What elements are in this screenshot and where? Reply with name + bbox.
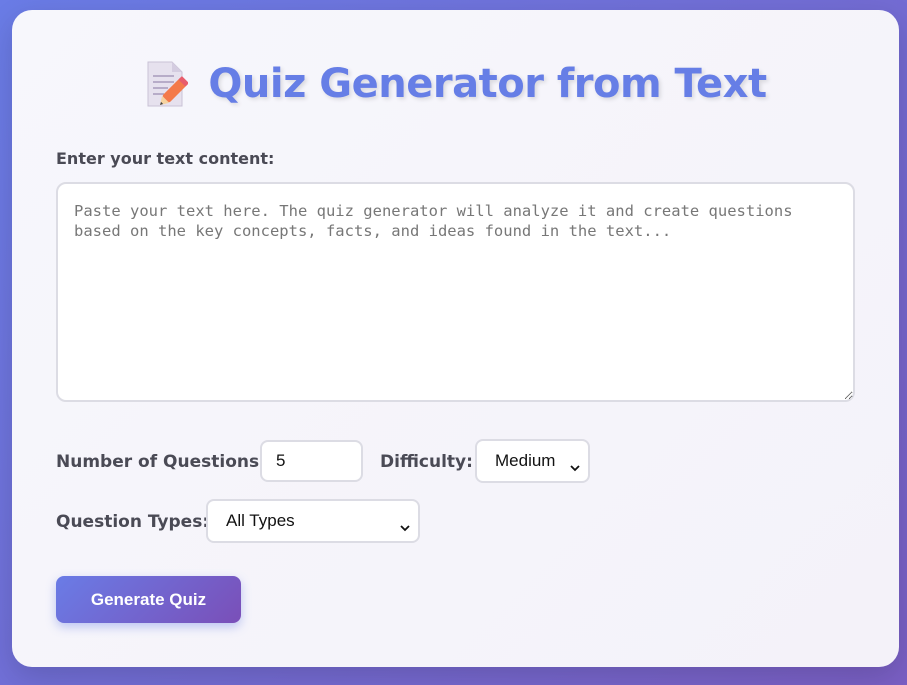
num-questions-label: Number of Questions:: [56, 452, 266, 472]
chevron-down-icon: [570, 457, 580, 472]
quiz-generator-card: Quiz Generator from Text Enter your text…: [12, 10, 899, 667]
difficulty-select[interactable]: Medium: [475, 439, 590, 483]
question-types-label: Question Types:: [56, 512, 210, 532]
text-content-label: Enter your text content:: [56, 149, 275, 168]
text-content-textarea[interactable]: [56, 182, 855, 402]
page-header: Quiz Generator from Text: [12, 60, 899, 108]
difficulty-label: Difficulty:: [380, 452, 473, 472]
memo-pencil-icon: [144, 60, 189, 108]
chevron-down-icon: [400, 517, 410, 532]
question-types-selected-value: All Types: [226, 511, 295, 530]
page-title: Quiz Generator from Text: [208, 61, 767, 107]
generate-quiz-button[interactable]: Generate Quiz: [56, 576, 241, 623]
difficulty-selected-value: Medium: [495, 451, 556, 470]
question-types-select[interactable]: All Types: [206, 499, 420, 543]
num-questions-input[interactable]: [260, 440, 363, 482]
